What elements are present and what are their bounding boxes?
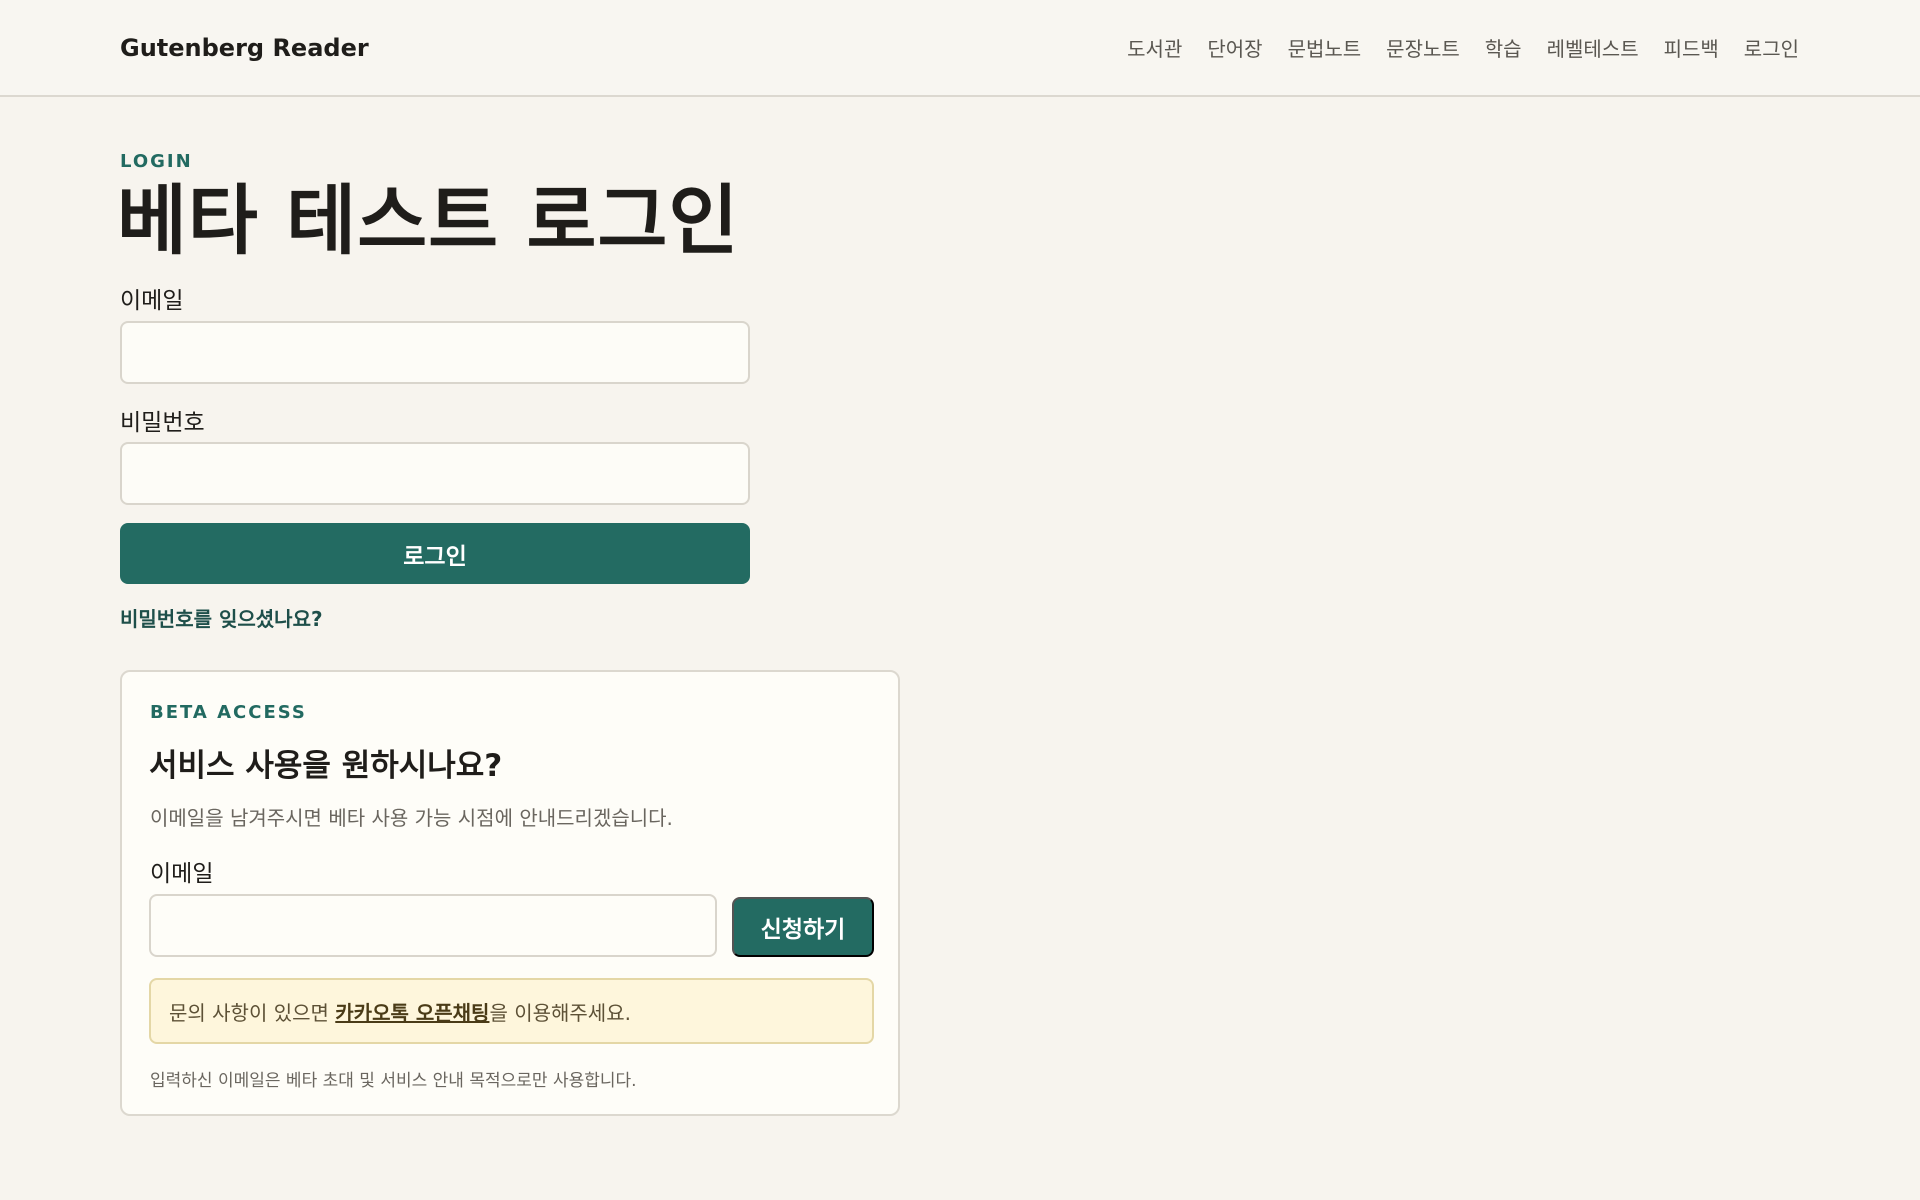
page-title: 베타 테스트 로그인 [117,176,740,265]
beta-title: 서비스 사용을 원하시나요? [149,748,503,784]
forgot-password-link[interactable]: 비밀번호를 잊으셨나요? [120,603,323,632]
beta-description: 이메일을 남겨주시면 베타 사용 가능 시점에 안내드리겠습니다. [150,806,673,830]
nav-item-sentence-notes[interactable]: 문장노트 [1386,33,1460,62]
beta-email-label: 이메일 [150,861,214,887]
contact-notice: 문의 사항이 있으면 카카오톡 오픈채팅 을 이용해주세요. [149,978,874,1044]
nav-item-study[interactable]: 학습 [1485,33,1522,62]
nav-item-login[interactable]: 로그인 [1744,33,1799,62]
notice-prefix: 문의 사항이 있으면 [169,1000,336,1025]
nav-item-feedback[interactable]: 피드백 [1664,33,1719,62]
password-label: 비밀번호 [120,410,205,436]
privacy-footnote: 입력하신 이메일은 베타 초대 및 서비스 안내 목적으로만 사용합니다. [150,1071,637,1091]
login-eyebrow: LOGIN [120,151,193,172]
main-nav: 도서관 단어장 문법노트 문장노트 학습 레벨테스트 피드백 로그인 [1127,33,1799,62]
nav-item-library[interactable]: 도서관 [1127,33,1182,62]
brand-logo-text[interactable]: Gutenberg Reader [120,34,369,62]
beta-eyebrow: BETA ACCESS [150,702,307,723]
beta-apply-button[interactable]: 신청하기 [732,897,874,957]
nav-item-level-test[interactable]: 레벨테스트 [1547,33,1639,62]
notice-suffix: 을 이용해주세요. [489,1000,631,1025]
kakao-open-chat-link[interactable]: 카카오톡 오픈채팅 [335,997,489,1026]
beta-access-card: BETA ACCESS 서비스 사용을 원하시나요? 이메일을 남겨주시면 베타… [120,670,900,1116]
nav-item-grammar-notes[interactable]: 문법노트 [1288,33,1362,62]
email-field[interactable] [120,321,750,384]
beta-email-field[interactable] [149,894,717,957]
email-label: 이메일 [120,288,184,314]
password-field[interactable] [120,442,750,505]
nav-item-vocabulary[interactable]: 단어장 [1207,33,1262,62]
login-button[interactable]: 로그인 [120,523,750,584]
top-navigation-bar: Gutenberg Reader 도서관 단어장 문법노트 문장노트 학습 레벨… [0,0,1920,97]
